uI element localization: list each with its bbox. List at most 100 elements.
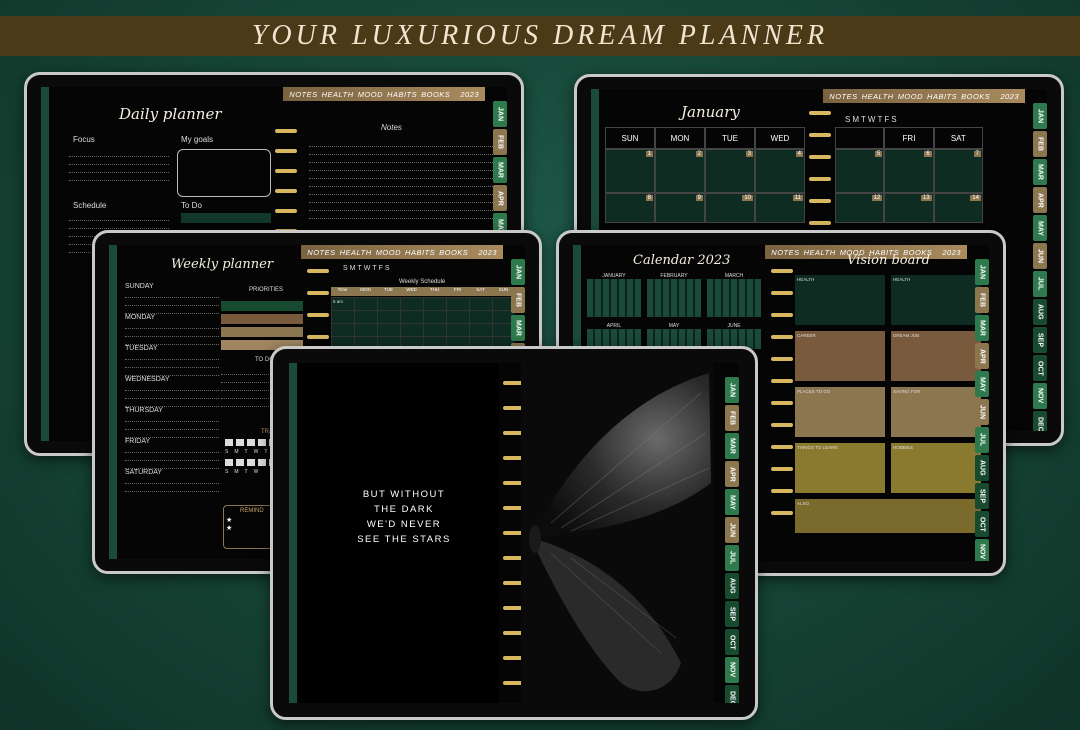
day-cell[interactable]: 4: [755, 149, 805, 193]
day-cell[interactable]: 7: [933, 149, 983, 193]
month-tab-nov[interactable]: NOV: [975, 539, 989, 561]
day-cell[interactable]: 6: [884, 149, 934, 193]
month-tab-apr[interactable]: APR: [493, 185, 507, 211]
month-tab-jul[interactable]: JUL: [725, 545, 739, 571]
day-tuesday: TUESDAY: [125, 345, 158, 352]
month-tab-jan[interactable]: JAN: [1033, 103, 1047, 129]
tab-books[interactable]: BOOKS: [421, 90, 450, 99]
month-tab-aug[interactable]: AUG: [975, 455, 989, 481]
day-cell[interactable]: 9: [655, 193, 705, 223]
day-cell[interactable]: 1: [605, 149, 655, 193]
tab-mood[interactable]: MOOD: [358, 90, 383, 99]
tab-books[interactable]: BOOKS: [439, 248, 468, 257]
month-tab-jan[interactable]: JAN: [511, 259, 525, 285]
tab-habits[interactable]: HABITS: [387, 90, 417, 99]
tab-health[interactable]: HEALTH: [322, 90, 354, 99]
day-header: SUN: [605, 127, 655, 149]
day-cell[interactable]: 13: [884, 193, 934, 223]
month-tab-jun[interactable]: JUN: [975, 399, 989, 425]
goals-box[interactable]: [177, 149, 271, 197]
vision-grid[interactable]: HEALTH HEALTH CAREER DREAM JOB PLACES TO…: [795, 275, 981, 533]
month-tab-jan[interactable]: JAN: [725, 377, 739, 403]
month-tab-sep[interactable]: SEP: [725, 601, 739, 627]
month-tab-sep[interactable]: SEP: [975, 483, 989, 509]
tab-year[interactable]: 2023: [1000, 92, 1019, 101]
month-tab-may[interactable]: MAY: [725, 489, 739, 515]
weekday-list[interactable]: SUNDAY MONDAY TUESDAY WEDNESDAY THURSDAY…: [125, 283, 219, 492]
month-tab-jun[interactable]: JUN: [725, 517, 739, 543]
day-cell[interactable]: 8: [605, 193, 655, 223]
month-tab-feb[interactable]: FEB: [725, 405, 739, 431]
priorities-label: PRIORITIES: [249, 287, 284, 293]
month-tab-dec[interactable]: DEC: [1033, 411, 1047, 431]
month-tab-jan[interactable]: JAN: [493, 101, 507, 127]
tab-health[interactable]: HEALTH: [862, 92, 894, 101]
week-letters: SMTWTFS: [845, 115, 899, 124]
month-tab-dec[interactable]: DEC: [725, 685, 739, 703]
tab-notes[interactable]: NOTES: [289, 90, 317, 99]
month-tab-feb[interactable]: FEB: [493, 129, 507, 155]
tab-notes[interactable]: NOTES: [829, 92, 857, 101]
month-tab-feb[interactable]: FEB: [975, 287, 989, 313]
tab-habits[interactable]: HABITS: [927, 92, 957, 101]
month-tab-oct[interactable]: OCT: [1033, 355, 1047, 381]
tab-health[interactable]: HEALTH: [804, 248, 836, 257]
month-tab-apr[interactable]: APR: [1033, 187, 1047, 213]
month-tab-mar[interactable]: MAR: [511, 315, 525, 341]
tab-year[interactable]: 2023: [942, 248, 961, 257]
day-cell[interactable]: 14: [933, 193, 983, 223]
schedule-grid[interactable]: 6 am: [331, 297, 515, 349]
week-letters: SMTWTFS: [343, 265, 392, 272]
day-cell[interactable]: 5: [835, 149, 885, 193]
notes-lines[interactable]: [309, 139, 499, 219]
month-tab-mar[interactable]: MAR: [493, 157, 507, 183]
month-tab-oct[interactable]: OCT: [725, 629, 739, 655]
month-tab-aug[interactable]: AUG: [725, 573, 739, 599]
tab-habits[interactable]: HABITS: [405, 248, 435, 257]
month-tab-nov[interactable]: NOV: [1033, 383, 1047, 409]
month-tabs-daily: JAN FEB MAR APR MAY: [493, 101, 507, 239]
weekly-schedule-label: Weekly Schedule: [399, 279, 446, 285]
tab-books[interactable]: BOOKS: [961, 92, 990, 101]
tab-notes[interactable]: NOTES: [307, 248, 335, 257]
quote-text: BUT WITHOUT THE DARK WE'D NEVER SEE THE …: [349, 487, 459, 547]
month-tab-mar[interactable]: MAR: [725, 433, 739, 459]
month-tab-mar[interactable]: MAR: [1033, 159, 1047, 185]
tab-mood[interactable]: MOOD: [376, 248, 401, 257]
tab-notes[interactable]: NOTES: [771, 248, 799, 257]
month-tab-apr[interactable]: APR: [975, 343, 989, 369]
day-cell[interactable]: 2: [655, 149, 705, 193]
month-tab-may[interactable]: MAY: [1033, 215, 1047, 241]
day-cell[interactable]: 11: [755, 193, 805, 223]
month-tab-mar[interactable]: MAR: [975, 315, 989, 341]
butterfly-wing-icon: [529, 373, 711, 692]
month-tab-feb[interactable]: FEB: [511, 287, 525, 313]
todo-strip: [181, 213, 271, 223]
mini-months[interactable]: JANUARY FEBRUARY MARCH APRIL MAY JUNE: [587, 273, 765, 349]
day-cell[interactable]: 10: [705, 193, 755, 223]
month-tab-jan[interactable]: JAN: [975, 259, 989, 285]
month-tab-aug[interactable]: AUG: [1033, 299, 1047, 325]
month-tab-jun[interactable]: JUN: [1033, 243, 1047, 269]
month-tab-apr[interactable]: APR: [725, 461, 739, 487]
month-tab-jul[interactable]: JUL: [1033, 271, 1047, 297]
calendar-grid-right[interactable]: FRI SAT 5 6 7 12 13 14: [835, 127, 983, 223]
day-cell[interactable]: 3: [705, 149, 755, 193]
month-tab-nov[interactable]: NOV: [725, 657, 739, 683]
calendar-grid-left[interactable]: SUN MON TUE WED 1 2 3 4 8 9 10 11: [605, 127, 805, 223]
ipad-quote: BUT WITHOUT THE DARK WE'D NEVER SEE THE …: [270, 346, 758, 720]
tab-year[interactable]: 2023: [460, 90, 479, 99]
day-friday: FRIDAY: [125, 438, 151, 445]
month-tab-sep[interactable]: SEP: [1033, 327, 1047, 353]
month-tab-jul[interactable]: JUL: [975, 427, 989, 453]
month-tab-oct[interactable]: OCT: [975, 511, 989, 537]
tab-mood[interactable]: MOOD: [898, 92, 923, 101]
tab-year[interactable]: 2023: [478, 248, 497, 257]
month-tab-may[interactable]: MAY: [975, 371, 989, 397]
day-header: MON: [655, 127, 705, 149]
priorities-boxes[interactable]: [221, 301, 303, 350]
tab-health[interactable]: HEALTH: [340, 248, 372, 257]
month-tab-feb[interactable]: FEB: [1033, 131, 1047, 157]
focus-list[interactable]: [69, 149, 169, 181]
day-cell[interactable]: 12: [835, 193, 885, 223]
